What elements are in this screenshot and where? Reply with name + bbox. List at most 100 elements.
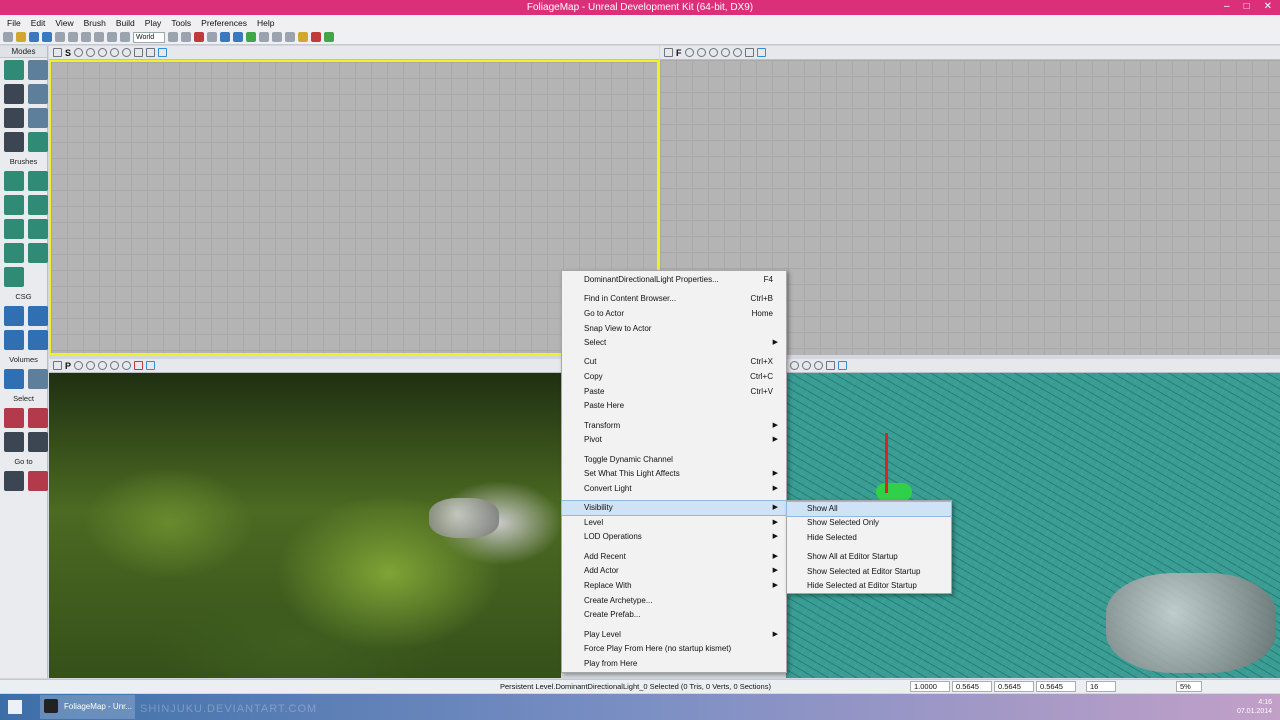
matinee-icon[interactable] (207, 32, 217, 42)
lighting-only-icon[interactable] (720, 48, 730, 57)
show-all-icon[interactable] (28, 432, 48, 452)
camera-mode-icon[interactable] (4, 60, 24, 80)
coord-x-field[interactable]: 0.5645 (952, 681, 992, 692)
unlit-mode-icon[interactable] (98, 361, 108, 370)
menu-item-play-level[interactable]: Play Level ▶ (562, 628, 786, 642)
light-complexity-icon[interactable] (122, 48, 132, 57)
cone-brush-icon[interactable] (28, 171, 48, 191)
build-lighting-icon[interactable] (233, 32, 243, 42)
menu-item-add-actor[interactable]: Add Actor ▶ (562, 564, 786, 578)
translate-icon[interactable] (94, 32, 104, 42)
game-view-icon[interactable] (826, 361, 835, 370)
wireframe-mode-icon[interactable] (74, 48, 84, 57)
viewport-menu-icon[interactable] (53, 48, 62, 57)
build-geometry-icon[interactable] (220, 32, 230, 42)
menu-item-visibility[interactable]: Visibility ▶ (561, 500, 787, 516)
texture-align-icon[interactable] (28, 84, 48, 104)
submenu-item-show-all-at-editor-startup[interactable]: Show All at Editor Startup (787, 550, 951, 564)
viewport-menu-icon[interactable] (664, 48, 673, 57)
hide-selected-icon[interactable] (28, 408, 48, 428)
select-invert-icon[interactable] (4, 432, 24, 452)
new-icon[interactable] (3, 32, 13, 42)
submenu-item-show-selected-only[interactable]: Show Selected Only (787, 516, 951, 530)
menu-view[interactable]: View (50, 18, 78, 28)
menu-item-select[interactable]: Select ▶ (562, 336, 786, 350)
lit-mode-icon[interactable] (86, 361, 96, 370)
cylinder-brush-icon[interactable] (28, 195, 48, 215)
goto-builder-brush-icon[interactable] (28, 471, 48, 491)
build-all-icon[interactable] (259, 32, 269, 42)
save-icon[interactable] (29, 32, 39, 42)
game-view-icon[interactable] (744, 48, 754, 57)
menu-item-snap-view-to-actor[interactable]: Snap View to Actor (562, 322, 786, 336)
build-paths-icon[interactable] (246, 32, 256, 42)
menu-tools[interactable]: Tools (166, 18, 196, 28)
kismet-icon[interactable] (194, 32, 204, 42)
submenu-item-hide-selected[interactable]: Hide Selected (787, 531, 951, 545)
csg-add-icon[interactable] (4, 306, 24, 326)
open-icon[interactable] (16, 32, 26, 42)
viewport-menu-icon[interactable] (53, 361, 62, 370)
wireframe-mode-icon[interactable] (74, 361, 84, 370)
game-view-icon[interactable] (134, 48, 144, 57)
unlit-mode-icon[interactable] (802, 361, 811, 370)
landscape-mode-icon[interactable] (28, 108, 48, 128)
menu-item-pivot[interactable]: Pivot ▶ (562, 433, 786, 447)
menu-item-add-recent[interactable]: Add Recent ▶ (562, 550, 786, 564)
menu-preferences[interactable]: Preferences (196, 18, 252, 28)
submenu-item-hide-selected-at-editor-startup[interactable]: Hide Selected at Editor Startup (787, 579, 951, 593)
menu-item-transform[interactable]: Transform ▶ (562, 419, 786, 433)
light-complexity-icon[interactable] (732, 48, 742, 57)
play-viewport-icon[interactable] (146, 361, 156, 370)
mesh-paint-icon[interactable] (4, 108, 24, 128)
show-selected-icon[interactable] (4, 408, 24, 428)
lighting-only-icon[interactable] (814, 361, 823, 370)
lock-icon[interactable] (146, 48, 156, 57)
viewport-type-label[interactable]: F (676, 48, 682, 58)
terrain-mode-icon[interactable] (4, 84, 24, 104)
rotate-icon[interactable] (107, 32, 117, 42)
spiral-stair-icon[interactable] (4, 243, 24, 263)
restore-icon[interactable]: □ (1244, 1, 1250, 12)
lit-mode-icon[interactable] (790, 361, 799, 370)
lit-mode-icon[interactable] (696, 48, 706, 57)
menu-item-play-from-here[interactable]: Play from Here (562, 657, 786, 671)
csg-intersect-icon[interactable] (4, 330, 24, 350)
play-viewport-icon[interactable] (756, 48, 766, 57)
drag-grid-field[interactable]: 1.0000 (910, 681, 950, 692)
light-complexity-icon[interactable] (122, 361, 132, 370)
menu-item-paste[interactable]: Paste Ctrl+V (562, 385, 786, 399)
lighting-only-icon[interactable] (110, 361, 120, 370)
menu-item-replace-with[interactable]: Replace With ▶ (562, 579, 786, 593)
lighting-only-icon[interactable] (110, 48, 120, 57)
select-icon[interactable] (81, 32, 91, 42)
play-viewport-icon[interactable] (838, 361, 847, 370)
menu-item-convert-light[interactable]: Convert Light ▶ (562, 482, 786, 496)
viewport-type-label[interactable]: P (65, 361, 71, 371)
menu-item-set-what-this-light-affects[interactable]: Set What This Light Affects ▶ (562, 467, 786, 481)
menu-edit[interactable]: Edit (26, 18, 51, 28)
grid-size-field[interactable]: 16 (1086, 681, 1116, 692)
close-icon[interactable]: ✕ (1264, 1, 1272, 12)
coordinate-system-select[interactable]: World (133, 31, 165, 43)
find-icon[interactable] (168, 32, 178, 42)
menu-help[interactable]: Help (252, 18, 279, 28)
menu-build[interactable]: Build (111, 18, 140, 28)
menu-item-lod-operations[interactable]: LOD Operations ▶ (562, 530, 786, 544)
csg-deintersect-icon[interactable] (28, 330, 48, 350)
sphere-brush-icon[interactable] (28, 243, 48, 263)
unlit-mode-icon[interactable] (708, 48, 718, 57)
csg-subtract-icon[interactable] (28, 306, 48, 326)
content-browser-icon[interactable] (181, 32, 191, 42)
stop-icon[interactable] (311, 32, 321, 42)
menu-item-level[interactable]: Level ▶ (562, 516, 786, 530)
menu-item-toggle-dynamic-channel[interactable]: Toggle Dynamic Channel (562, 453, 786, 467)
menu-item-go-to-actor[interactable]: Go to Actor Home (562, 307, 786, 321)
windows-start-icon[interactable] (8, 700, 22, 714)
cube-brush-icon[interactable] (4, 171, 24, 191)
translate-gizmo-icon[interactable] (885, 433, 888, 493)
menu-play[interactable]: Play (140, 18, 167, 28)
minimize-icon[interactable]: – (1224, 1, 1230, 12)
curved-stair-icon[interactable] (4, 195, 24, 215)
perspective-scene[interactable] (49, 373, 561, 678)
